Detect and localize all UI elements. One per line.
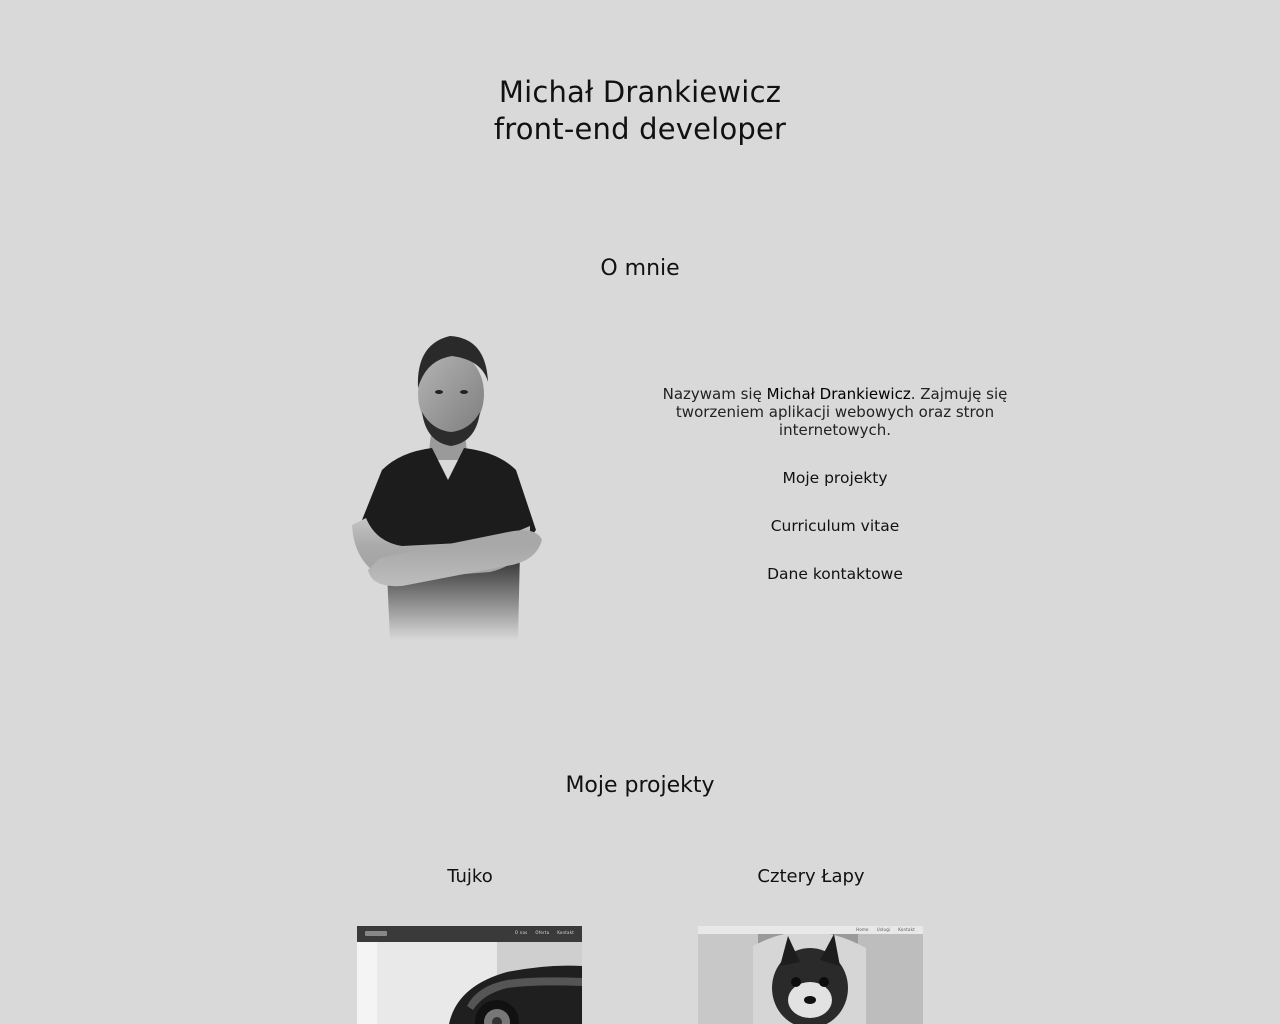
author-role: front-end developer bbox=[493, 112, 787, 146]
portrait-photo bbox=[352, 336, 542, 640]
about-description: Nazywam się Michał Drankiewicz. Zajmuję … bbox=[655, 385, 1015, 439]
thumbnail-nav-links: Home Usługi Kontakt bbox=[848, 927, 915, 932]
intro-name: Michał Drankiewicz bbox=[766, 385, 911, 403]
intro-text-before: Nazywam się bbox=[662, 385, 767, 403]
thumbnail-navbar: O nas Oferta Kontakt bbox=[357, 926, 582, 942]
dog-image bbox=[698, 926, 923, 1024]
page: Michał Drankiewicz front-end developer O… bbox=[0, 0, 1280, 1024]
thumbnail-navbar: Home Usługi Kontakt bbox=[698, 926, 923, 934]
thumb-nav-item: O nas bbox=[514, 930, 528, 935]
thumbnail-logo bbox=[365, 931, 387, 936]
hero-header: Michał Drankiewicz front-end developer bbox=[0, 74, 1280, 148]
project-thumbnail-cztery-lapy[interactable]: Home Usługi Kontakt bbox=[698, 926, 923, 1024]
thumbnail-nav-links: O nas Oferta Kontakt bbox=[507, 930, 574, 935]
about-links: Moje projekty Curriculum vitae Dane kont… bbox=[655, 466, 1015, 610]
project-thumbnail-tujko[interactable]: O nas Oferta Kontakt bbox=[357, 926, 582, 1024]
about-paragraph: Nazywam się Michał Drankiewicz. Zajmuję … bbox=[655, 385, 1015, 439]
thumb-nav-item: Usługi bbox=[876, 927, 891, 932]
thumb-nav-item: Home bbox=[856, 927, 869, 932]
author-name: Michał Drankiewicz bbox=[498, 75, 782, 109]
link-contact[interactable]: Dane kontaktowe bbox=[655, 562, 1015, 610]
thumb-nav-item: Oferta bbox=[535, 930, 550, 935]
link-cv[interactable]: Curriculum vitae bbox=[655, 514, 1015, 562]
thumb-nav-item: Kontakt bbox=[557, 930, 574, 935]
link-projects[interactable]: Moje projekty bbox=[655, 466, 1015, 514]
projects-section-title: Moje projekty bbox=[565, 773, 715, 798]
about-section-title: O mnie bbox=[600, 256, 680, 281]
project-title-cztery-lapy: Cztery Łapy bbox=[757, 866, 865, 887]
project-title-tujko: Tujko bbox=[447, 866, 493, 887]
thumb-nav-item: Kontakt bbox=[898, 927, 915, 932]
